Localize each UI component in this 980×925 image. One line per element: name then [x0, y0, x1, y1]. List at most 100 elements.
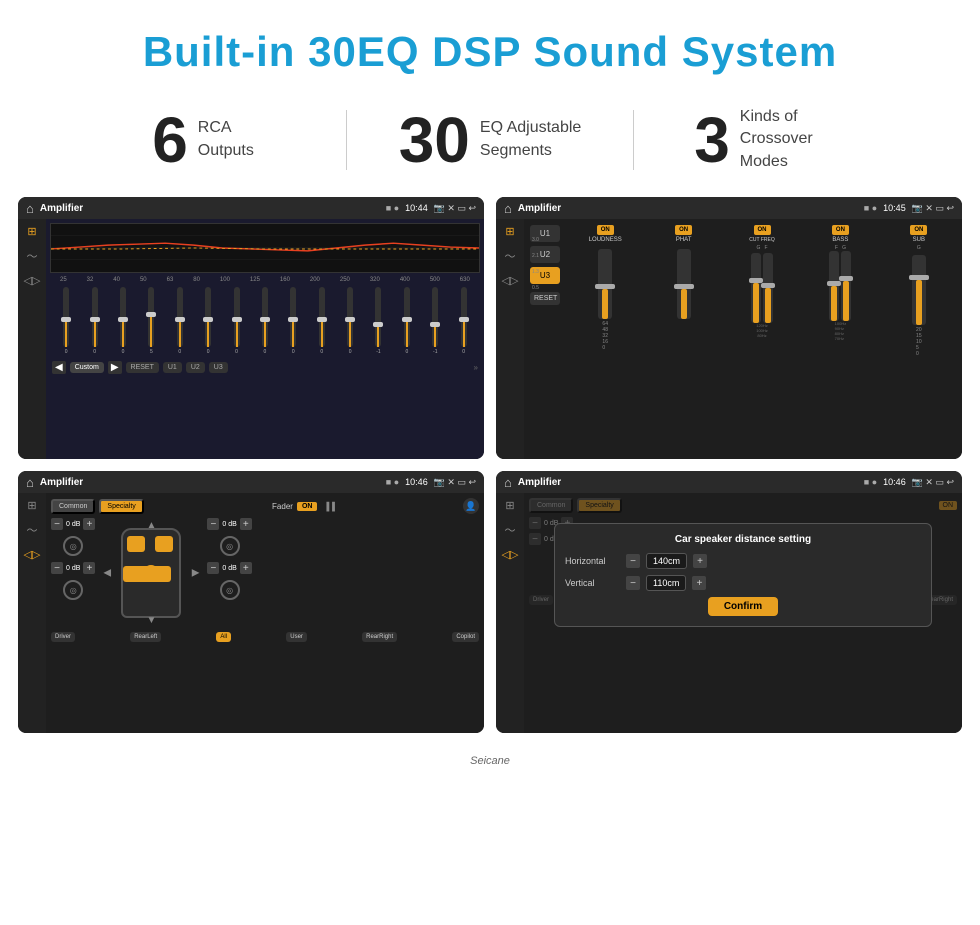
- eq-slider-7: 0: [234, 287, 240, 355]
- fader-common-tab[interactable]: Common: [51, 499, 95, 514]
- stat-rca: 6 RCAOutputs: [60, 108, 346, 172]
- fader-seat-fl: [127, 536, 145, 552]
- fader-minus-btn-br[interactable]: −: [207, 562, 219, 574]
- amp2-eq-icon[interactable]: ⊞: [505, 225, 514, 238]
- eq-sidebar-speaker-icon[interactable]: ◁▷: [24, 274, 41, 287]
- distance-eq-icon[interactable]: ⊞: [505, 499, 514, 512]
- fader-toggle[interactable]: ON: [297, 502, 318, 511]
- dialog-horizontal-value-box: 140cm: [646, 553, 687, 569]
- fader-arrow-down[interactable]: ▼: [146, 615, 156, 626]
- amp2-loudness-col: ON LOUDNESS 644832160: [568, 225, 642, 357]
- amp2-main: U1 U2 U3 RESET ON LOUDNESS: [524, 219, 962, 459]
- fader-time: 10:46: [405, 477, 428, 487]
- distance-sidebar: ⊞ 〜 ◁▷: [496, 493, 524, 733]
- fader-eq-icon[interactable]: ⊞: [27, 499, 36, 512]
- fader-person-icon: 👤: [463, 498, 479, 514]
- distance-wave-icon[interactable]: 〜: [505, 522, 516, 538]
- amp2-speaker-icon[interactable]: ◁▷: [502, 274, 519, 287]
- amp2-phat-col: ON PHAT: [646, 225, 720, 357]
- amp2-loudness-toggle[interactable]: ON: [597, 225, 614, 235]
- eq-u1-btn[interactable]: U1: [163, 362, 182, 373]
- fader-speaker-icon[interactable]: ◁▷: [24, 548, 41, 561]
- eq-slider-12: -1: [375, 287, 381, 355]
- amp2-reset-btn[interactable]: RESET: [530, 292, 560, 305]
- amp2-sub-toggle[interactable]: ON: [910, 225, 927, 235]
- amp2-cutfreq-toggle[interactable]: ON: [754, 225, 771, 235]
- fader-minus-btn-bl[interactable]: −: [51, 562, 63, 574]
- eq-u3-btn[interactable]: U3: [209, 362, 228, 373]
- amp2-bass-toggle[interactable]: ON: [832, 225, 849, 235]
- fader-all-btn[interactable]: All: [216, 632, 231, 642]
- fader-plus-btn-bl[interactable]: +: [83, 562, 95, 574]
- fader-minus-btn-tr[interactable]: −: [207, 518, 219, 530]
- dialog-vertical-minus[interactable]: −: [626, 576, 640, 590]
- distance-speaker-icon[interactable]: ◁▷: [502, 548, 519, 561]
- dialog-vertical-row: Vertical − 110cm +: [565, 575, 921, 591]
- fader-dots: ■ ●: [386, 477, 399, 487]
- distance-home-icon[interactable]: ⌂: [504, 475, 512, 490]
- fader-plus-btn-tl[interactable]: +: [83, 518, 95, 530]
- fader-plus-btn-tr[interactable]: +: [240, 518, 252, 530]
- fader-seat-fr: [155, 536, 173, 552]
- amp2-phat-label: PHAT: [676, 237, 692, 243]
- fader-screen: ⌂ Amplifier ■ ● 10:46 📷 ✕ ▭ ↩ ⊞ 〜 ◁▷ Com…: [18, 471, 484, 733]
- fader-wave-icon[interactable]: 〜: [27, 522, 38, 538]
- fader-user-btn[interactable]: User: [286, 632, 307, 642]
- eq-custom-btn[interactable]: Custom: [70, 362, 104, 373]
- dialog-horizontal-value: 140cm: [653, 556, 680, 566]
- home-icon[interactable]: ⌂: [26, 201, 34, 216]
- amp2-sub-label: SUB: [913, 237, 925, 243]
- fader-arrow-left[interactable]: ◀: [103, 568, 111, 579]
- dialog-vertical-value-box: 110cm: [646, 575, 686, 591]
- fader-rearleft-btn[interactable]: RearLeft: [130, 632, 161, 642]
- amp2-cutfreq-vals: 120Hz100Hz80Hz: [756, 323, 768, 338]
- amp2-bass-vals: 100Hz90Hz80Hz70Hz: [835, 321, 847, 341]
- eq-bottom-bar: ◀ Custom ▶ RESET U1 U2 U3 »: [50, 359, 480, 376]
- amp2-phat-toggle[interactable]: ON: [675, 225, 692, 235]
- eq-slider-2: 0: [92, 287, 98, 355]
- eq-prev-arrow[interactable]: ◀: [52, 361, 66, 374]
- eq-sidebar-eq-icon[interactable]: ⊞: [27, 225, 36, 238]
- amp2-phat-slider[interactable]: [677, 249, 691, 319]
- fader-db-control-tl: − 0 dB +: [51, 518, 95, 530]
- fader-specialty-tab[interactable]: Specialty: [99, 499, 143, 514]
- confirm-button[interactable]: Confirm: [708, 597, 778, 616]
- dialog-horizontal-plus[interactable]: +: [693, 554, 707, 568]
- fader-arrow-right[interactable]: ▶: [192, 568, 200, 579]
- amp2-bass-label: BASS: [832, 237, 848, 243]
- amp2-home-icon[interactable]: ⌂: [504, 201, 512, 216]
- fader-db-value-tl: 0 dB: [66, 521, 80, 528]
- eq-next-arrow[interactable]: ▶: [108, 361, 122, 374]
- fader-home-icon[interactable]: ⌂: [26, 475, 34, 490]
- distance-topbar: ⌂ Amplifier ■ ● 10:46 📷 ✕ ▭ ↩: [496, 471, 962, 493]
- eq-sidebar-wave-icon[interactable]: 〜: [27, 248, 38, 264]
- fader-main: Common Specialty Fader ON ▐▐ 👤 − 0 dB +: [46, 493, 484, 733]
- amp2-wave-icon[interactable]: 〜: [505, 248, 516, 264]
- fader-plus-btn-br[interactable]: +: [240, 562, 252, 574]
- stat-number-crossover: 3: [694, 108, 730, 172]
- fader-rearright-btn[interactable]: RearRight: [362, 632, 397, 642]
- distance-dialog: Car speaker distance setting Horizontal …: [554, 523, 932, 627]
- fader-minus-btn-tl[interactable]: −: [51, 518, 63, 530]
- eq-topbar: ⌂ Amplifier ■ ● 10:44 📷 ✕ ▭ ↩: [18, 197, 484, 219]
- eq-slider-11: 0: [347, 287, 353, 355]
- fader-car-diagram: + ▲ ▼ ◀ ▶: [101, 518, 201, 628]
- stat-number-rca: 6: [152, 108, 188, 172]
- eq-sliders: 0 0 0 5 0: [50, 285, 480, 355]
- eq-reset-btn[interactable]: RESET: [126, 362, 159, 373]
- dialog-horizontal-minus[interactable]: −: [626, 554, 640, 568]
- distance-icons: 📷 ✕ ▭ ↩: [912, 477, 954, 488]
- fader-copilot-btn[interactable]: Copilot: [452, 632, 479, 642]
- fader-crosshair[interactable]: +: [143, 565, 159, 581]
- dialog-vertical-plus[interactable]: +: [692, 576, 706, 590]
- amp2-sub-slider[interactable]: [912, 255, 926, 325]
- stat-eq: 30 EQ AdjustableSegments: [347, 108, 633, 172]
- amp2-loudness-slider[interactable]: [598, 249, 612, 319]
- amp2-scale-left: 3.0 2.1 1.3 0.5: [532, 237, 539, 291]
- fader-body: ⊞ 〜 ◁▷ Common Specialty Fader ON ▐▐ 👤: [18, 493, 484, 733]
- fader-arrow-up[interactable]: ▲: [146, 520, 156, 531]
- eq-u2-btn[interactable]: U2: [186, 362, 205, 373]
- fader-sidebar: ⊞ 〜 ◁▷: [18, 493, 46, 733]
- fader-label-buttons: Driver RearLeft All User RearRight Copil…: [51, 632, 479, 642]
- fader-driver-btn[interactable]: Driver: [51, 632, 75, 642]
